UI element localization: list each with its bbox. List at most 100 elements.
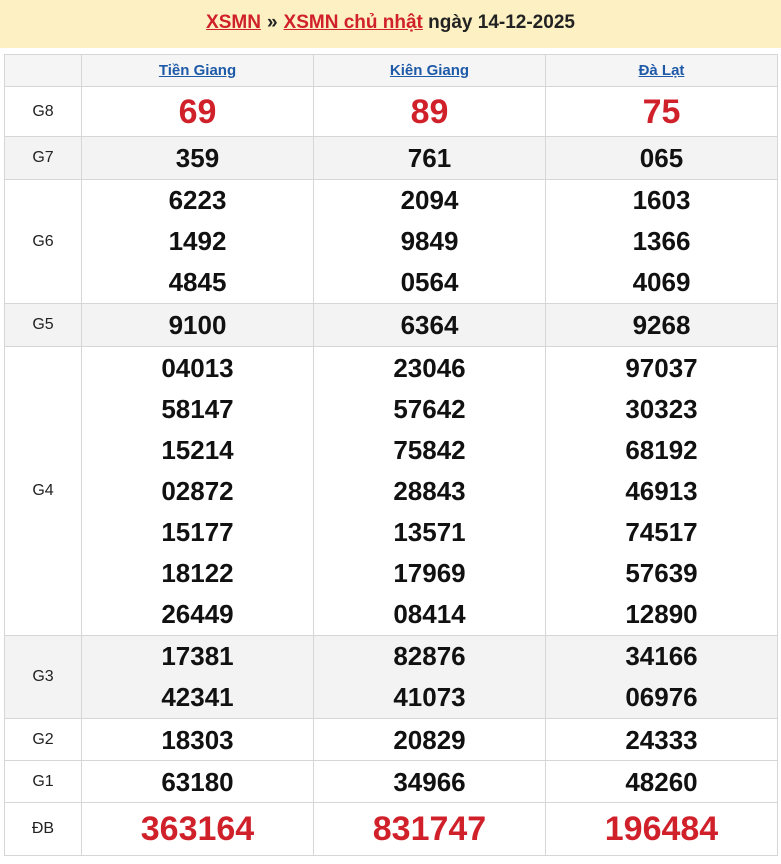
prize-row-g3: G3 17381 42341 82876 41073 34166 06976 — [4, 635, 778, 719]
prize-number: 57642 — [393, 393, 466, 424]
prize-number: 34166 — [625, 641, 698, 671]
prize-number: 4069 — [632, 267, 691, 297]
prize-row-g4: G4 04013 58147 15214 02872 15177 18122 26449 230… — [4, 346, 778, 636]
prize-number: 58147 — [161, 393, 234, 424]
prize-cell: 23046 57642 75842 28843 13571 17969 08414 — [313, 346, 546, 636]
prize-cell: 04013 58147 15214 02872 15177 18122 26449 — [81, 346, 314, 636]
prize-number: 1366 — [632, 226, 691, 256]
prize-cell: 196484 — [545, 802, 778, 856]
prize-cell: 761 — [313, 136, 546, 180]
prize-number: 46913 — [625, 475, 698, 506]
prize-number: 28843 — [393, 475, 466, 506]
prize-cell: 6364 — [313, 303, 546, 347]
prize-cell: 69 — [81, 86, 314, 137]
prize-cell: 34166 06976 — [545, 635, 778, 719]
prize-number: 48260 — [625, 766, 698, 797]
prize-number: 6223 — [168, 185, 227, 215]
prize-number: 065 — [639, 142, 684, 173]
prize-number: 06976 — [625, 682, 698, 712]
province-header: Tiền Giang — [81, 54, 314, 87]
lottery-results-table: Tiền Giang Kiên Giang Đà Lạt G8 69 89 75 G7 3… — [4, 54, 778, 856]
prize-number: 363164 — [140, 809, 255, 848]
prize-number: 9100 — [168, 309, 227, 340]
prize-cell: 065 — [545, 136, 778, 180]
prize-number: 0564 — [400, 267, 459, 297]
prize-row-g6: G6 6223 1492 4845 2094 9849 0564 1603 1366 4069 — [4, 179, 778, 304]
prize-number: 23046 — [393, 352, 466, 383]
prize-number: 761 — [407, 142, 452, 173]
prize-number: 359 — [175, 142, 220, 173]
prize-number: 68192 — [625, 434, 698, 465]
header-corner — [4, 54, 82, 87]
province-header: Kiên Giang — [313, 54, 546, 87]
prize-cell: 48260 — [545, 760, 778, 803]
prize-cell: 97037 30323 68192 46913 74517 57639 12890 — [545, 346, 778, 636]
prize-number: 41073 — [393, 682, 466, 712]
prize-cell: 359 — [81, 136, 314, 180]
prize-number: 82876 — [393, 641, 466, 671]
prize-number: 9849 — [400, 226, 459, 256]
prize-number: 15214 — [161, 434, 234, 465]
prize-number: 04013 — [161, 352, 234, 383]
prize-number: 6364 — [400, 309, 459, 340]
prize-number: 02872 — [161, 475, 234, 506]
prize-number: 15177 — [161, 516, 234, 547]
prize-number: 69 — [178, 92, 217, 131]
prize-cell: 831747 — [313, 802, 546, 856]
prize-number: 75 — [642, 92, 681, 131]
prize-number: 08414 — [393, 598, 466, 629]
province-header: Đà Lạt — [545, 54, 778, 87]
prize-number: 1603 — [632, 185, 691, 215]
prize-number: 13571 — [393, 516, 466, 547]
prize-cell: 6223 1492 4845 — [81, 179, 314, 304]
prize-number: 34966 — [393, 766, 466, 797]
prize-row-g1: G1 63180 34966 48260 — [4, 760, 778, 803]
prize-cell: 82876 41073 — [313, 635, 546, 719]
prize-cell: 363164 — [81, 802, 314, 856]
prize-number: 24333 — [625, 724, 698, 755]
province-header-row: Tiền Giang Kiên Giang Đà Lạt — [4, 54, 778, 87]
prize-cell: 17381 42341 — [81, 635, 314, 719]
prize-label: G6 — [4, 179, 82, 304]
prize-cell: 63180 — [81, 760, 314, 803]
prize-number: 63180 — [161, 766, 234, 797]
prize-number: 57639 — [625, 557, 698, 588]
prize-number: 89 — [410, 92, 449, 131]
province-link[interactable]: Kiên Giang — [390, 62, 469, 79]
prize-label: G2 — [4, 718, 82, 761]
prize-cell: 20829 — [313, 718, 546, 761]
prize-row-đb: ĐB 363164 831747 196484 — [4, 802, 778, 856]
prize-number: 1492 — [168, 226, 227, 256]
prize-cell: 89 — [313, 86, 546, 137]
prize-label: G1 — [4, 760, 82, 803]
prize-number: 26449 — [161, 598, 234, 629]
draw-date: ngày 14-12-2025 — [428, 12, 575, 33]
prize-row-g5: G5 9100 6364 9268 — [4, 303, 778, 347]
province-link[interactable]: Đà Lạt — [639, 62, 685, 79]
prize-cell: 9100 — [81, 303, 314, 347]
prize-label: G4 — [4, 346, 82, 636]
prize-cell: 75 — [545, 86, 778, 137]
prize-number: 831747 — [372, 809, 487, 848]
prize-number: 97037 — [625, 352, 698, 383]
prize-label: G5 — [4, 303, 82, 347]
prize-number: 4845 — [168, 267, 227, 297]
prize-number: 18122 — [161, 557, 234, 588]
prize-cell: 2094 9849 0564 — [313, 179, 546, 304]
prize-number: 20829 — [393, 724, 466, 755]
prize-number: 12890 — [625, 598, 698, 629]
prize-row-g8: G8 69 89 75 — [4, 86, 778, 137]
xsmn-link[interactable]: XSMN — [206, 12, 261, 33]
prize-cell: 34966 — [313, 760, 546, 803]
xsmn-sunday-link[interactable]: XSMN chủ nhật — [284, 12, 423, 33]
prize-label: ĐB — [4, 802, 82, 856]
prize-number: 17381 — [161, 641, 234, 671]
prize-cell: 9268 — [545, 303, 778, 347]
prize-number: 18303 — [161, 724, 234, 755]
prize-number: 196484 — [604, 809, 719, 848]
prize-number: 30323 — [625, 393, 698, 424]
prize-number: 42341 — [161, 682, 234, 712]
prize-cell: 18303 — [81, 718, 314, 761]
results-title: XSMN» XSMN chủ nhật ngày 14-12-2025 — [0, 0, 781, 48]
province-link[interactable]: Tiền Giang — [159, 62, 236, 79]
